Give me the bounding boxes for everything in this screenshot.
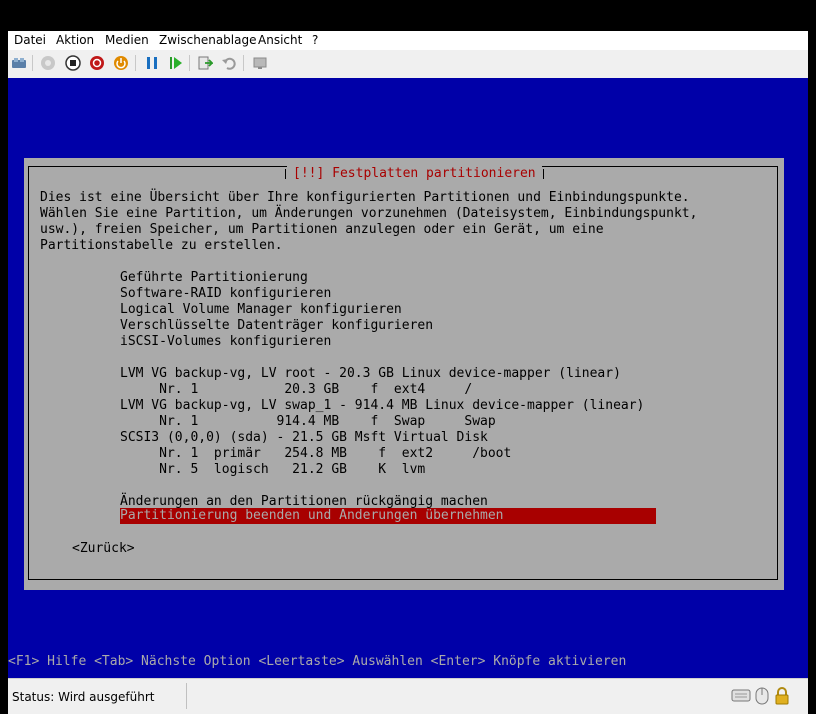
checkpoint-icon[interactable] [196, 54, 214, 72]
toolbar-separator [189, 55, 190, 71]
option-finish-partitioning[interactable]: Partitionierung beenden und Änderungen ü… [120, 508, 656, 524]
pause-icon[interactable] [143, 54, 161, 72]
description-line: Dies ist eine Übersicht über Ihre konfig… [40, 190, 690, 205]
menu-bar: Datei Aktion Medien Zwischenablage Ansic… [8, 31, 808, 50]
description-line: Partitionstabelle zu erstellen. [40, 238, 283, 253]
partition-entry-root-nr1[interactable]: Nr. 1 20.3 GB f ext4 / [120, 382, 472, 398]
toolbar-separator [32, 55, 33, 71]
back-button[interactable]: <Zurück> [72, 541, 135, 557]
menu-aktion[interactable]: Aktion [56, 33, 94, 47]
power-icon[interactable] [112, 54, 130, 72]
partition-entry-lv-root[interactable]: LVM VG backup-vg, LV root - 20.3 GB Linu… [120, 366, 621, 382]
menu-ansicht[interactable]: Ansicht [258, 33, 302, 47]
reset-icon[interactable] [167, 54, 185, 72]
partition-entry-sda-nr1[interactable]: Nr. 1 primär 254.8 MB f ext2 /boot [120, 446, 511, 462]
toolbar-separator [135, 55, 136, 71]
enhanced-session-icon[interactable] [251, 54, 269, 72]
option-iscsi[interactable]: iSCSI-Volumes konfigurieren [120, 334, 331, 350]
shutdown-icon[interactable] [88, 54, 106, 72]
partition-dialog: [!!] Festplatten partitionieren Dies ist… [24, 158, 784, 590]
menu-help[interactable]: ? [312, 33, 318, 47]
description-line: Wählen Sie eine Partition, um Änderungen… [40, 206, 698, 221]
menu-medien[interactable]: Medien [105, 33, 149, 47]
option-encrypted-volumes[interactable]: Verschlüsselte Datenträger konfigurieren [120, 318, 433, 334]
partition-entry-swap-nr1[interactable]: Nr. 1 914.4 MB f Swap Swap [120, 414, 496, 430]
turn-off-icon[interactable] [64, 54, 82, 72]
status-divider [186, 683, 187, 709]
partition-entry-lv-swap[interactable]: LVM VG backup-vg, LV swap_1 - 914.4 MB L… [120, 398, 644, 414]
ctrl-alt-del-icon[interactable] [10, 54, 28, 72]
start-icon[interactable] [39, 54, 57, 72]
option-guided-partitioning[interactable]: Geführte Partitionierung [120, 270, 308, 286]
lock-icon [773, 686, 791, 710]
dialog-title: [!!] Festplatten partitionieren [285, 165, 544, 183]
status-bar: Status: Wird ausgeführt [8, 678, 808, 714]
menu-datei[interactable]: Datei [14, 33, 46, 47]
status-text: Status: Wird ausgeführt [12, 690, 155, 704]
revert-icon[interactable] [220, 54, 238, 72]
vm-console-screen[interactable]: [!!] Festplatten partitionieren Dies ist… [8, 78, 808, 678]
mouse-icon [755, 686, 769, 710]
option-lvm[interactable]: Logical Volume Manager konfigurieren [120, 302, 402, 318]
toolbar-separator [243, 55, 244, 71]
option-finish-label: Partitionierung beenden und Änderungen ü… [120, 508, 504, 523]
description-line: usw.), freien Speicher, um Partitionen a… [40, 222, 604, 237]
help-line: <F1> Hilfe <Tab> Nächste Option <Leertas… [8, 654, 627, 669]
option-software-raid[interactable]: Software-RAID konfigurieren [120, 286, 331, 302]
menu-zwischenablage[interactable]: Zwischenablage [159, 33, 256, 47]
partition-entry-disk-sda[interactable]: SCSI3 (0,0,0) (sda) - 21.5 GB Msft Virtu… [120, 430, 488, 446]
partition-entry-sda-nr5[interactable]: Nr. 5 logisch 21.2 GB K lvm [120, 462, 425, 478]
keyboard-icon [731, 686, 751, 708]
toolbar [8, 50, 808, 77]
vm-connection-window: Datei Aktion Medien Zwischenablage Ansic… [8, 31, 808, 714]
